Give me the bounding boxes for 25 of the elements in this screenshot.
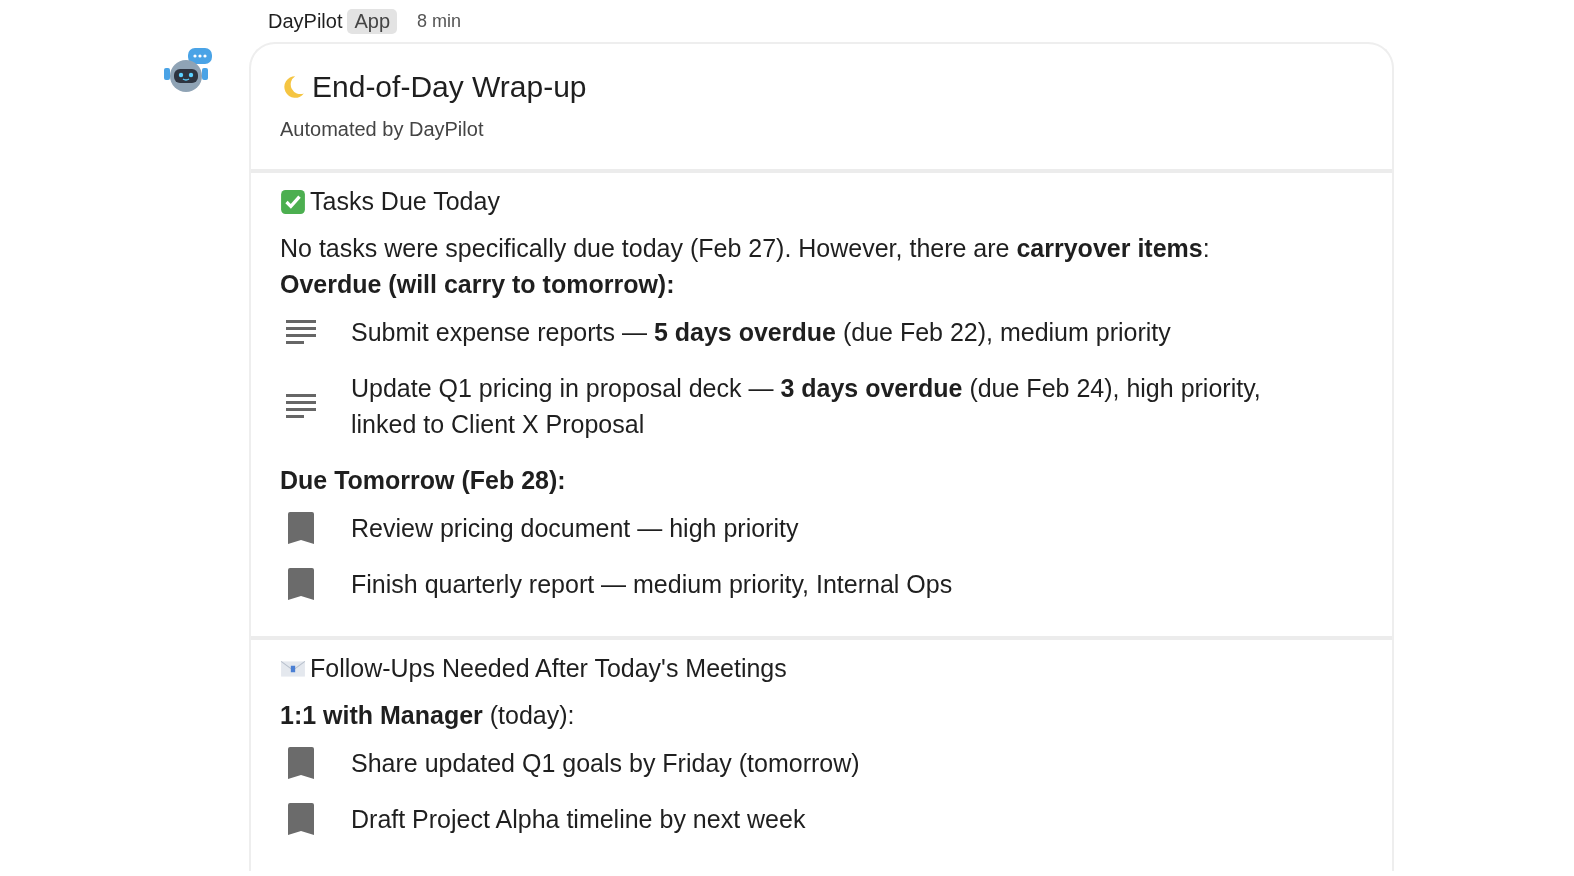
checkmark-icon [280, 188, 306, 215]
list-label: Overdue (will carry to tomorrow): [280, 269, 676, 300]
text-lines-icon [286, 393, 316, 419]
list-item-text: Update Q1 pricing in proposal deck — 3 days overdue (due Feb 24), high priority, linked to Client X Proposal [351, 373, 1262, 440]
bookmark-icon [288, 568, 314, 600]
bookmark-icon [288, 747, 314, 779]
paragraph: No tasks were specifically due today (Feb 27). However, there are carryover items: [280, 233, 1211, 264]
list-item-text: Share updated Q1 goals by Friday (tomorrow) [351, 748, 860, 779]
robot-avatar-icon [164, 46, 214, 92]
list-item-text: Submit expense reports — 5 days overdue (due Feb 22), medium priority [351, 317, 1171, 348]
list-item-text: Draft Project Alpha timeline by next week [351, 804, 806, 835]
list-label: Due Tomorrow (Feb 28): [280, 465, 567, 496]
section-heading: Follow-Ups Needed After Today's Meetings [310, 654, 787, 683]
section-heading: Tasks Due Today [310, 187, 500, 216]
sender-name: DayPilot [268, 9, 343, 33]
message-time: 8 min [417, 10, 462, 32]
card-title: End-of-Day Wrap-up [312, 70, 587, 104]
list-label: 1:1 with Manager (today): [280, 700, 576, 731]
list-item-text: Finish quarterly report — medium priority, Internal Ops [351, 569, 953, 600]
card-subtitle: Automated by DayPilot [280, 118, 485, 141]
app-badge: App [347, 8, 398, 34]
bookmark-icon [288, 803, 314, 835]
bookmark-icon [288, 512, 314, 544]
list-item-text: Review pricing document — high priority [351, 513, 799, 544]
text-lines-icon [286, 319, 316, 345]
